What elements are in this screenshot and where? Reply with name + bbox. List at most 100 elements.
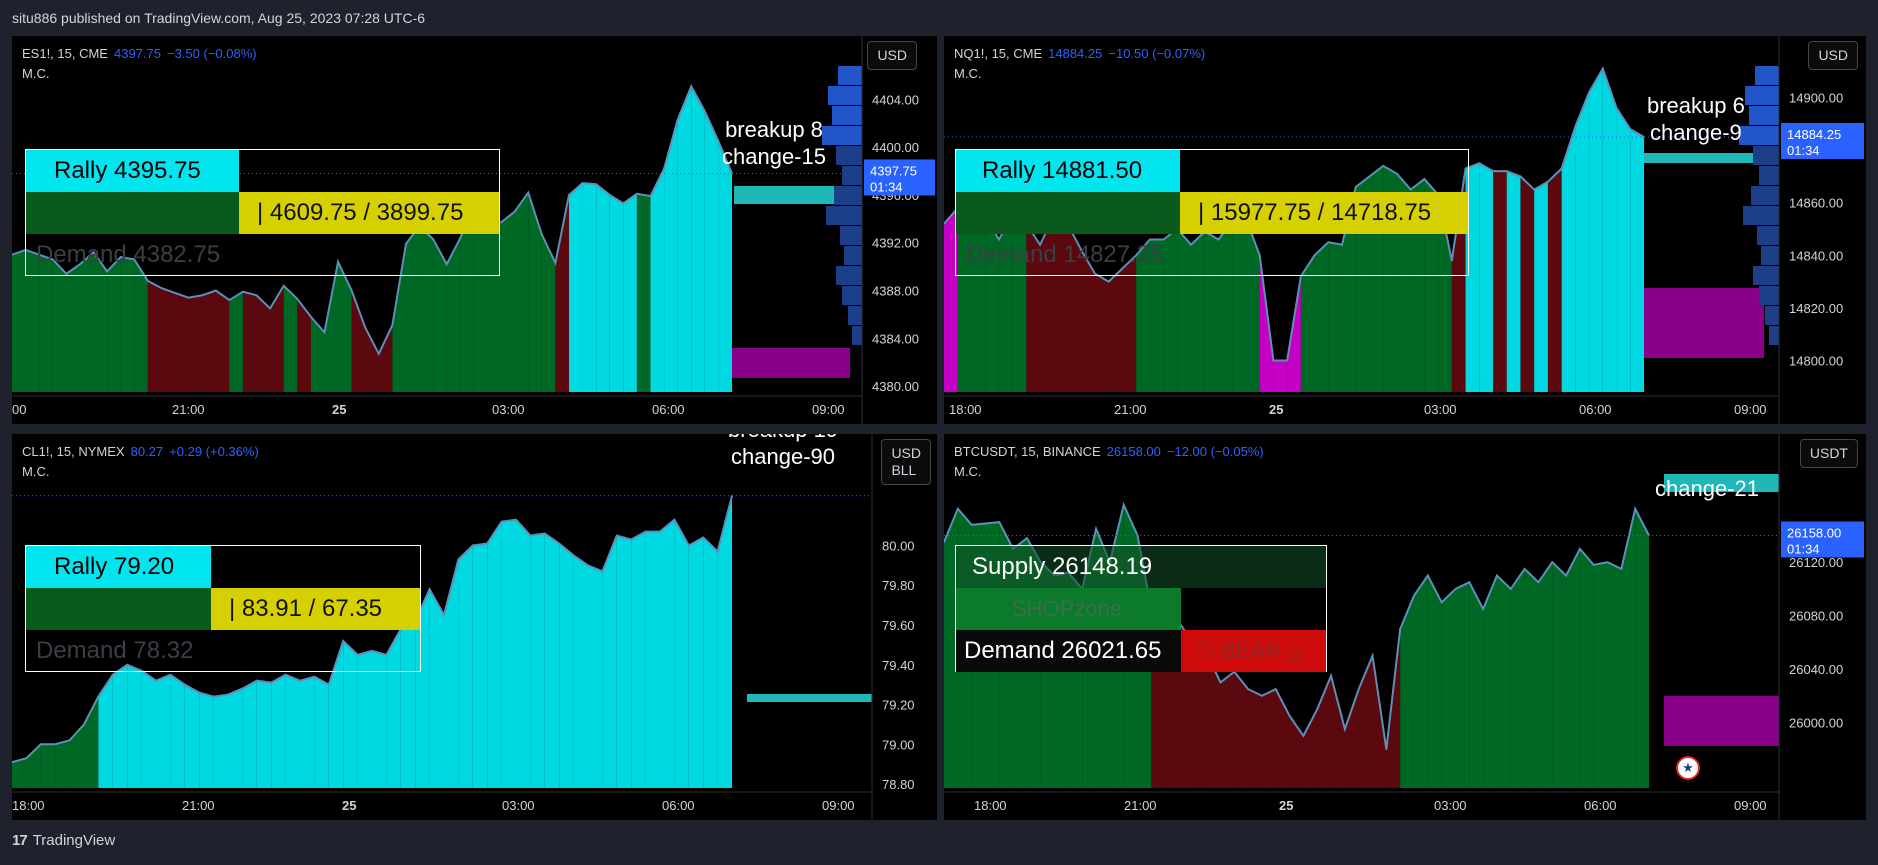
- area-segment: [1358, 655, 1373, 788]
- data-point: [1533, 188, 1535, 191]
- area-segment: [609, 194, 624, 392]
- data-point: [663, 167, 665, 170]
- last-price-readout: 80.27: [130, 444, 164, 459]
- chart-panel-es[interactable]: ES1!, 15, CME 4397.75 −3.50 (−0.08%) M.C. …: [12, 36, 937, 424]
- area-segment: [718, 141, 732, 392]
- volume-profile-bar: [848, 306, 862, 325]
- area-segment: [215, 290, 230, 392]
- breakup-tag: breakup 6 change-9: [1647, 93, 1745, 145]
- us-flag-icon[interactable]: ★: [1676, 756, 1700, 780]
- data-point: [40, 743, 42, 746]
- volume-profile-bar: [1765, 306, 1779, 325]
- data-point: [160, 287, 163, 289]
- data-point: [68, 739, 71, 742]
- currency-button[interactable]: USD: [867, 41, 917, 70]
- data-point: [1454, 588, 1457, 590]
- chart-legend: NQ1!, 15, CME 14884.25 −10.50 (−0.07%) M.C…: [954, 44, 1205, 84]
- area-segment: [229, 291, 243, 392]
- zone-rect: [1644, 288, 1764, 358]
- area-segment: [378, 325, 393, 392]
- area-segment: [1455, 582, 1470, 788]
- x-tick-label: 25: [1279, 798, 1293, 813]
- area-segment: [1602, 68, 1617, 392]
- zone-box: Rally 14881.50 | 15977.75 / 14718.75 Dem…: [955, 149, 1469, 276]
- area-segment: [596, 184, 610, 392]
- currency-button[interactable]: USDT: [1799, 439, 1858, 468]
- data-point: [201, 294, 203, 297]
- currency-button[interactable]: USD BLL: [881, 439, 931, 485]
- y-tick-label: 79.40: [882, 658, 915, 673]
- indicator-name[interactable]: M.C.: [22, 64, 257, 84]
- data-point: [1122, 503, 1125, 506]
- data-point: [1606, 561, 1609, 564]
- area-segment: [514, 192, 529, 392]
- area-segment: [1248, 689, 1262, 788]
- area-segment: [170, 674, 185, 788]
- data-point: [377, 352, 380, 355]
- volume-profile-bar: [826, 206, 862, 225]
- rally-label: Rally 14881.50: [982, 157, 1143, 184]
- area-segment: [573, 555, 588, 788]
- data-point: [25, 757, 28, 759]
- indicator-name[interactable]: M.C.: [22, 462, 259, 482]
- chart-panel-cl[interactable]: CL1!, 15, NYMEX 80.27 +0.29 (+0.36%) M.C. …: [12, 434, 937, 820]
- symbol-title[interactable]: NQ1!, 15, CME: [954, 46, 1042, 61]
- data-point: [242, 290, 244, 293]
- chart-panel-nq[interactable]: NQ1!, 15, CME 14884.25 −10.50 (−0.07%) M.C…: [944, 36, 1866, 424]
- area-segment: [645, 531, 660, 788]
- x-tick-label: 21:00: [1114, 402, 1147, 417]
- area-segment: [1616, 108, 1631, 392]
- demand-label: Demand 26021.65: [964, 637, 1162, 664]
- currency-button[interactable]: USD: [1808, 41, 1858, 70]
- area-segment: [256, 680, 272, 788]
- change-tag: change-21: [1655, 476, 1759, 501]
- area-segment: [636, 193, 651, 392]
- area-segment: [1575, 92, 1590, 393]
- data-point: [1316, 708, 1319, 710]
- change-readout: −12.00 (−0.05%): [1166, 444, 1264, 459]
- last-price-readout: 4397.75: [113, 46, 161, 61]
- area-segment: [501, 519, 516, 788]
- data-point: [500, 221, 502, 224]
- data-point: [500, 520, 503, 523]
- data-point: [1592, 564, 1595, 566]
- bear-row: ⚇ BEAR △: [1181, 630, 1326, 672]
- data-point: [636, 192, 638, 195]
- volume-profile-bar: [834, 186, 862, 205]
- y-tick-label: 26040.00: [1789, 662, 1843, 677]
- area-segment: [66, 264, 80, 392]
- data-point: [1551, 561, 1554, 564]
- volume-profile-bar: [1769, 326, 1779, 345]
- volume-profile-bar: [1753, 146, 1779, 165]
- data-point: [227, 693, 229, 696]
- area-segment: [188, 295, 203, 392]
- data-point: [616, 534, 618, 537]
- volume-profile-bar: [1751, 186, 1779, 205]
- area-segment: [458, 545, 473, 788]
- y-tick-label: 79.00: [882, 737, 915, 752]
- chart-legend: BTCUSDT, 15, BINANCE 26158.00 −12.00 (−0.0…: [954, 442, 1264, 482]
- chart-legend: CL1!, 15, NYMEX 80.27 +0.29 (+0.36%) M.C.: [22, 442, 259, 482]
- area-segment: [568, 183, 583, 392]
- volume-profile-bar: [1743, 206, 1779, 225]
- symbol-title[interactable]: BTCUSDT, 15, BINANCE: [954, 444, 1101, 459]
- area-segment: [338, 261, 352, 392]
- demand-label: Demand 4382.75: [36, 241, 221, 268]
- area-segment: [271, 674, 286, 788]
- footer-brand[interactable]: 17 TradingView: [12, 832, 115, 849]
- data-point: [630, 538, 632, 541]
- indicator-name[interactable]: M.C.: [954, 64, 1205, 84]
- indicator-name[interactable]: M.C.: [954, 462, 1264, 482]
- area-segment: [52, 259, 67, 392]
- symbol-title[interactable]: CL1!, 15, NYMEX: [22, 444, 125, 459]
- data-point: [299, 679, 301, 682]
- area-segment: [1635, 508, 1649, 788]
- data-point: [54, 743, 56, 746]
- chart-panel-btc[interactable]: BTCUSDT, 15, BINANCE 26158.00 −12.00 (−0.0…: [944, 434, 1866, 820]
- y-tick-label: 14900.00: [1789, 91, 1843, 106]
- symbol-title[interactable]: ES1!, 15, CME: [22, 46, 108, 61]
- data-point: [1440, 601, 1443, 604]
- data-point: [1509, 588, 1512, 590]
- data-point: [310, 315, 312, 318]
- zone-rect: [1664, 696, 1779, 746]
